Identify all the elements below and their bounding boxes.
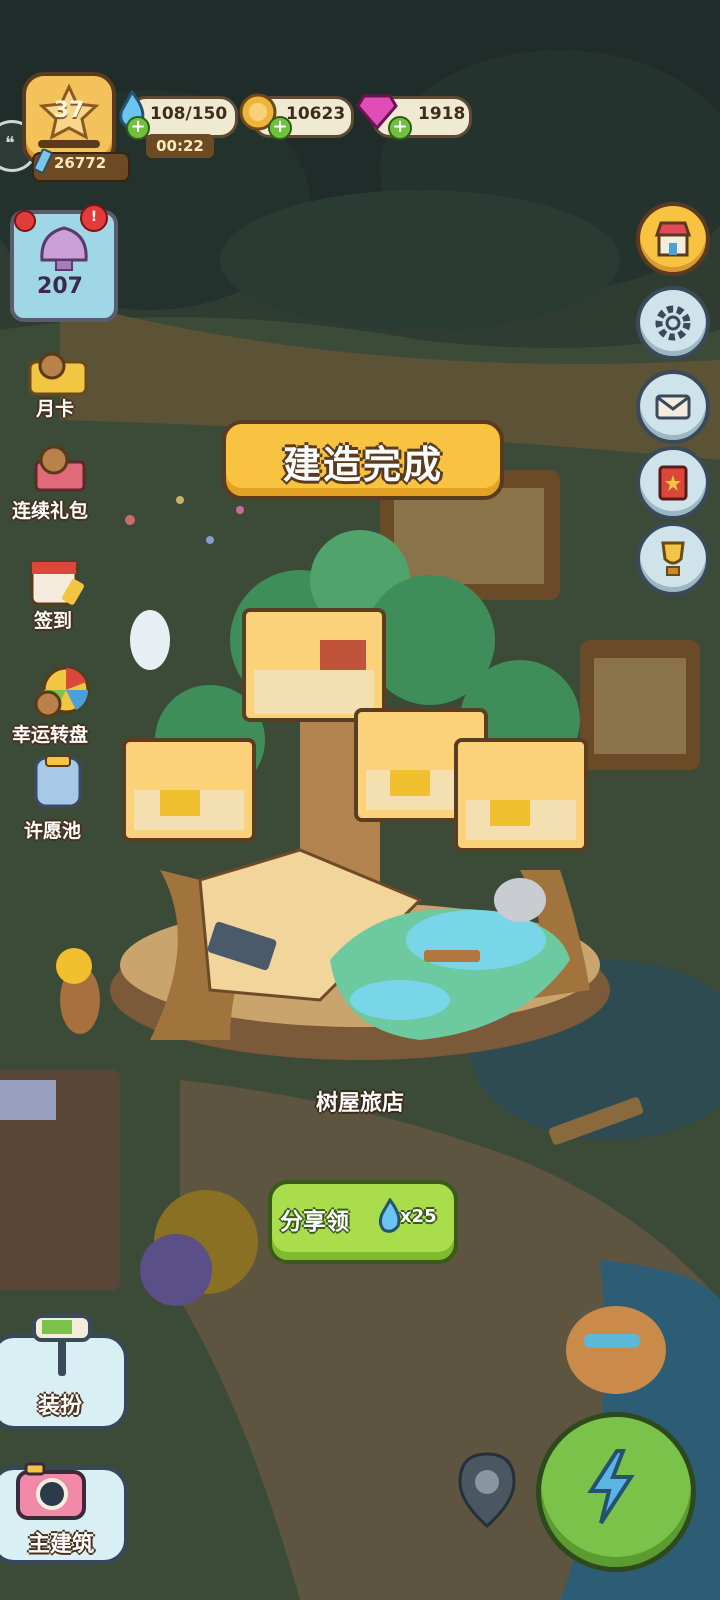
achievements-button[interactable] <box>636 522 710 596</box>
shell-icon <box>40 226 88 271</box>
player-level: 37 <box>53 98 85 123</box>
mail-button[interactable] <box>636 370 710 444</box>
main-building-label: 主建筑 <box>28 1532 95 1557</box>
book-icon <box>658 465 688 501</box>
shell-count: 207 <box>37 274 83 299</box>
gear-icon <box>655 305 691 341</box>
checkin-button[interactable]: 签到 <box>18 556 102 636</box>
decorate-label: 装扮 <box>38 1394 83 1419</box>
building-name: 树屋旅店 <box>315 1091 404 1116</box>
checkin-calendar-icon <box>30 560 84 606</box>
shop-icon <box>654 221 692 257</box>
share-reward-quantity: x25 <box>400 1206 437 1227</box>
monthly-card-label: 月卡 <box>36 398 75 420</box>
lightning-icon <box>587 1449 635 1525</box>
xp-progress-bar <box>38 140 100 148</box>
settings-button[interactable] <box>636 286 710 360</box>
shop-button[interactable] <box>636 202 710 276</box>
album-button[interactable] <box>636 446 710 520</box>
add-gems-button[interactable]: + <box>388 116 412 140</box>
checkin-label: 签到 <box>34 610 73 632</box>
notification-badge: ! <box>80 204 108 232</box>
coin-value: 10623 <box>286 104 346 124</box>
lucky-wheel-icon <box>34 666 90 718</box>
camera-icon <box>16 1462 86 1520</box>
monthly-card-button[interactable]: 月卡 <box>18 350 98 424</box>
pen-icon <box>33 148 53 174</box>
quote-icon: ❝ <box>5 133 15 154</box>
main-building-button[interactable]: 主建筑 <box>0 1462 128 1564</box>
gift-pack-label: 连续礼包 <box>12 500 89 522</box>
monthly-card-icon <box>28 352 88 396</box>
wishing-well-button[interactable]: 许愿池 <box>14 752 104 842</box>
lucky-wheel-label: 幸运转盘 <box>12 724 89 746</box>
paint-roller-icon <box>32 1314 92 1376</box>
build-complete-title: 建造完成 <box>282 443 443 487</box>
energy-action-button[interactable] <box>536 1412 696 1572</box>
decorate-button[interactable]: 装扮 <box>0 1314 128 1430</box>
gift-pack-icon <box>34 445 86 492</box>
lucky-wheel-button[interactable]: 幸运转盘 <box>12 664 114 748</box>
energy-value: 108/150 <box>150 104 228 124</box>
gift-pack-button[interactable]: 连续礼包 <box>10 444 110 524</box>
ribbon-icon <box>14 210 36 232</box>
wishing-well-icon <box>34 755 82 808</box>
energy-timer: 00:22 <box>146 134 214 158</box>
trophy-icon <box>661 541 685 576</box>
mail-icon <box>655 394 691 420</box>
share-button-label: 分享领 <box>280 1209 349 1235</box>
locate-pin-button[interactable] <box>456 1450 518 1530</box>
gem-value: 1918 <box>418 104 466 124</box>
wishing-well-label: 许愿池 <box>24 820 82 842</box>
player-xp: 26772 <box>54 154 107 172</box>
